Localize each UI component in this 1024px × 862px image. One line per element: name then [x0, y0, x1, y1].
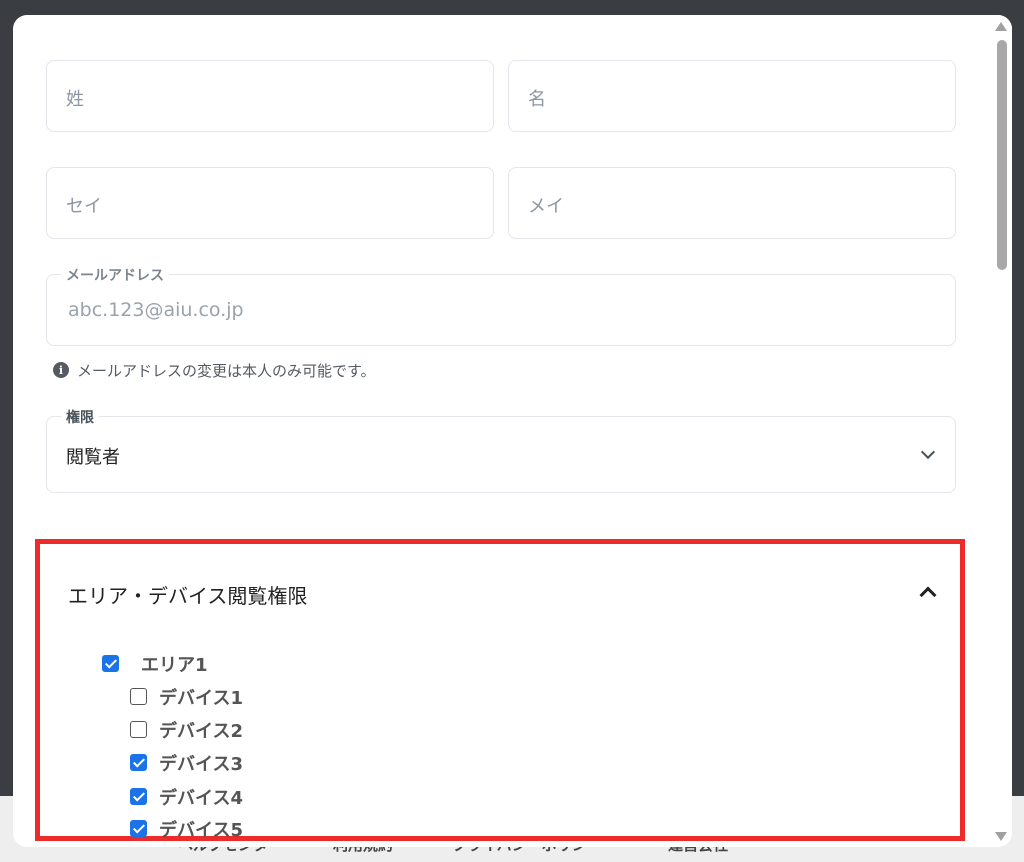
last-name-placeholder: 姓 [66, 89, 84, 110]
last-name-kana-placeholder: セイ [66, 196, 102, 217]
first-name-placeholder: 名 [528, 89, 546, 110]
vertical-scrollbar[interactable] [990, 15, 1012, 847]
first-name-field[interactable]: 名 [508, 60, 956, 132]
scroll-down-arrow-icon[interactable] [995, 832, 1007, 841]
last-name-kana-field[interactable]: セイ [46, 167, 494, 239]
device-1-label: デバイス1 [159, 688, 243, 709]
device-2-label: デバイス2 [159, 721, 243, 742]
area-label: エリア1 [141, 655, 208, 676]
device-4-checkbox[interactable] [130, 788, 147, 805]
role-label: 権限 [61, 407, 99, 427]
user-edit-modal: 姓 名 セイ メイ メールアドレス abc.123@aiu.co.jp i メー… [13, 15, 1012, 847]
chevron-down-icon [920, 444, 936, 460]
device-2-checkbox[interactable] [130, 721, 147, 738]
role-select[interactable]: 権限 閲覧者 [46, 407, 956, 493]
scroll-thumb[interactable] [997, 40, 1007, 270]
first-name-kana-placeholder: メイ [528, 196, 564, 217]
role-selected-value: 閲覧者 [66, 447, 120, 468]
info-icon: i [53, 362, 69, 378]
email-helper-label: メールアドレスの変更は本人のみ可能です。 [77, 361, 376, 380]
device-5-label: デバイス5 [159, 820, 243, 841]
email-label: メールアドレス [61, 265, 169, 285]
device-5-checkbox[interactable] [130, 820, 147, 837]
device-3-label: デバイス3 [159, 754, 243, 775]
email-helper-text: i メールアドレスの変更は本人のみ可能です。 [53, 359, 376, 381]
email-value: abc.123@aiu.co.jp [68, 299, 244, 321]
device-3-checkbox[interactable] [130, 754, 147, 771]
email-field: メールアドレス abc.123@aiu.co.jp [46, 265, 956, 346]
first-name-kana-field[interactable]: メイ [508, 167, 956, 239]
device-4-label: デバイス4 [159, 788, 243, 809]
permissions-section-title: エリア・デバイス閲覧権限 [68, 584, 308, 608]
scroll-up-arrow-icon[interactable] [995, 22, 1007, 31]
device-1-checkbox[interactable] [130, 688, 147, 705]
last-name-field[interactable]: 姓 [46, 60, 494, 132]
area-checkbox[interactable] [102, 655, 119, 672]
